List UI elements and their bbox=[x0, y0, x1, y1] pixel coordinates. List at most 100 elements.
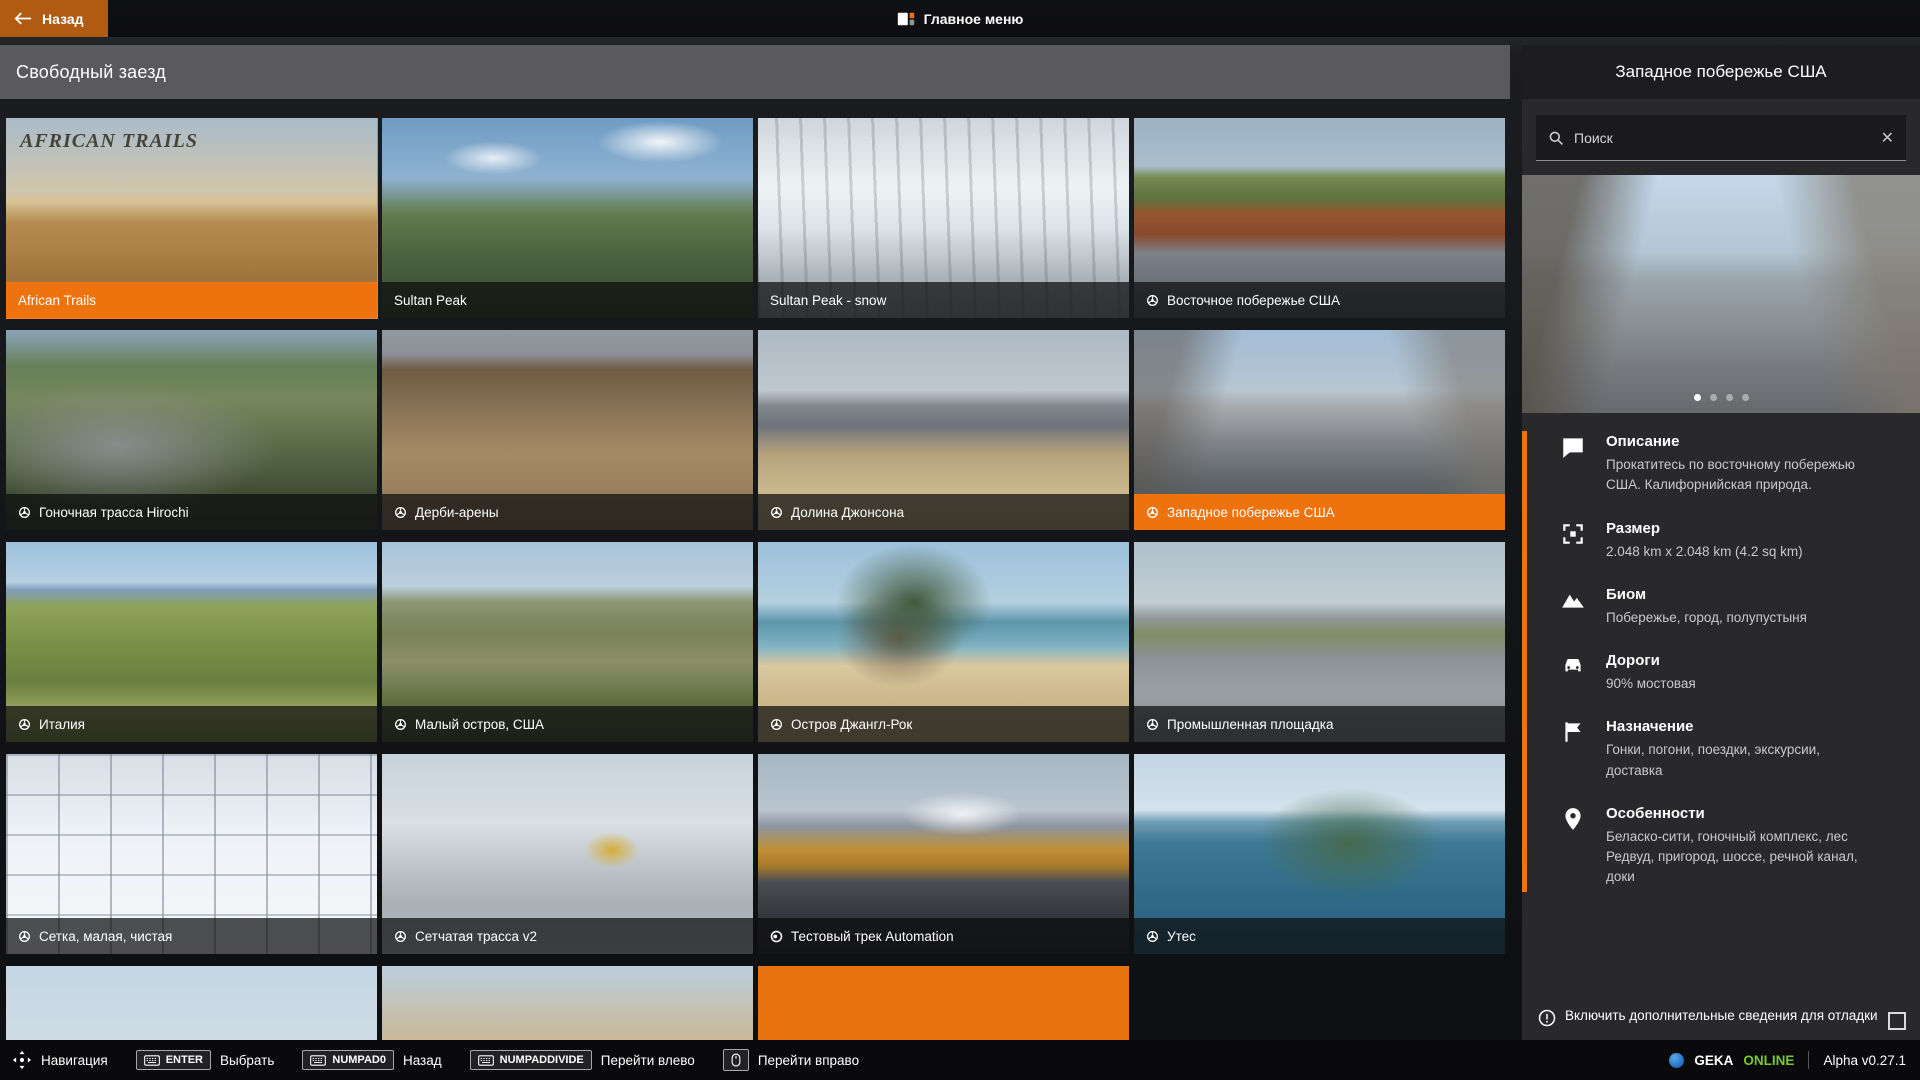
level-label: Дерби-арены bbox=[382, 494, 753, 530]
detail-title: Назначение bbox=[1606, 718, 1872, 735]
preview-dot[interactable] bbox=[1742, 394, 1749, 401]
level-name: Sultan Peak bbox=[394, 293, 467, 308]
level-tile[interactable]: AFRICAN TRAILS African Trails bbox=[6, 118, 377, 318]
page-title: Свободный заезд bbox=[16, 62, 166, 83]
detail-title: Биом bbox=[1606, 586, 1807, 603]
search-input[interactable] bbox=[1574, 130, 1871, 146]
level-tile[interactable]: Италия bbox=[6, 542, 377, 742]
level-name: Сетка, малая, чистая bbox=[39, 929, 172, 944]
divider bbox=[1808, 1051, 1809, 1069]
automation-icon bbox=[770, 930, 783, 943]
chat-icon bbox=[1560, 433, 1586, 496]
online-status-icon bbox=[1669, 1053, 1684, 1068]
level-tile[interactable]: Малый остров, США bbox=[382, 542, 753, 742]
account-name: GEKA bbox=[1694, 1053, 1733, 1068]
level-label: Западное побережье США bbox=[1134, 494, 1505, 530]
key-name: ENTER bbox=[166, 1054, 203, 1066]
keyboard-icon bbox=[478, 1055, 494, 1066]
spawn-icon bbox=[18, 506, 31, 519]
top-bar: Назад Главное меню bbox=[0, 0, 1920, 37]
level-name: Гоночная трасса Hirochi bbox=[39, 505, 189, 520]
preview-dot[interactable] bbox=[1710, 394, 1717, 401]
hint-label: Перейти вправо bbox=[758, 1053, 859, 1068]
spawn-icon bbox=[394, 506, 407, 519]
hint-label: Навигация bbox=[41, 1053, 108, 1068]
preview-dot[interactable] bbox=[1694, 394, 1701, 401]
spawn-icon bbox=[1146, 930, 1159, 943]
detail-text: Побережье, город, полупустыня bbox=[1606, 608, 1807, 628]
level-label: Тестовый трек Automation bbox=[758, 918, 1129, 954]
detail-text: 2.048 km x 2.048 km (4.2 sq km) bbox=[1606, 542, 1803, 562]
level-tile[interactable] bbox=[382, 966, 753, 1040]
mouse-icon bbox=[731, 1053, 741, 1067]
level-tile[interactable] bbox=[758, 966, 1129, 1040]
spawn-icon bbox=[770, 506, 783, 519]
online-status: ONLINE bbox=[1743, 1053, 1794, 1068]
detail-title: Размер bbox=[1606, 520, 1803, 537]
level-tile[interactable]: Дерби-арены bbox=[382, 330, 753, 530]
level-label: Долина Джонсона bbox=[758, 494, 1129, 530]
roads-icon bbox=[1560, 652, 1586, 694]
keyboard-icon bbox=[310, 1055, 326, 1066]
version-label: Alpha v0.27.1 bbox=[1823, 1053, 1906, 1068]
spawn-icon bbox=[394, 718, 407, 731]
level-tile[interactable]: Промышленная площадка bbox=[1134, 542, 1505, 742]
level-tile[interactable]: Западное побережье США bbox=[1134, 330, 1505, 530]
panel-header: Западное побережье США bbox=[1522, 45, 1920, 99]
level-tile[interactable]: Долина Джонсона bbox=[758, 330, 1129, 530]
preview-pagination bbox=[1522, 394, 1920, 401]
level-thumbnail bbox=[382, 966, 753, 1040]
input-hint: ENTER Выбрать bbox=[136, 1050, 275, 1070]
preview-dot[interactable] bbox=[1726, 394, 1733, 401]
back-arrow-icon bbox=[14, 12, 32, 25]
key-badge: NUMPAD0 bbox=[302, 1050, 394, 1070]
level-label: Италия bbox=[6, 706, 377, 742]
key-name: NUMPAD0 bbox=[332, 1054, 386, 1066]
detail-item: Биом Побережье, город, полупустыня bbox=[1560, 586, 1872, 628]
page-header: Свободный заезд bbox=[0, 45, 1510, 99]
level-tile[interactable]: Остров Джангл-Рок bbox=[758, 542, 1129, 742]
input-hint: Перейти вправо bbox=[723, 1049, 859, 1071]
level-label: Остров Джангл-Рок bbox=[758, 706, 1129, 742]
level-label: Гоночная трасса Hirochi bbox=[6, 494, 377, 530]
key-name: NUMPADDIVIDE bbox=[500, 1054, 584, 1066]
spawn-icon bbox=[1146, 294, 1159, 307]
flag-icon bbox=[1560, 718, 1586, 781]
search-clear-icon[interactable]: ✕ bbox=[1881, 128, 1894, 148]
detail-item: Назначение Гонки, погони, поездки, экскур… bbox=[1560, 718, 1872, 781]
account-area: GEKA ONLINE Alpha v0.27.1 bbox=[1669, 1051, 1906, 1069]
level-label: Утес bbox=[1134, 918, 1505, 954]
detail-text: Беласко-сити, гоночный комплекс, лес Ред… bbox=[1606, 827, 1872, 888]
level-tile[interactable]: Sultan Peak - snow bbox=[758, 118, 1129, 318]
details-panel: Западное побережье США ✕ Описание Прокати… bbox=[1522, 45, 1920, 1040]
level-tile[interactable]: Восточное побережье США bbox=[1134, 118, 1505, 318]
level-tile[interactable]: Тестовый трек Automation bbox=[758, 754, 1129, 954]
level-tile[interactable]: Гоночная трасса Hirochi bbox=[6, 330, 377, 530]
detail-text: Гонки, погони, поездки, экскурсии, доста… bbox=[1606, 740, 1872, 781]
level-name: Долина Джонсона bbox=[791, 505, 904, 520]
spawn-icon bbox=[1146, 506, 1159, 519]
detail-title: Описание bbox=[1606, 433, 1872, 450]
debug-checkbox[interactable] bbox=[1888, 1012, 1906, 1030]
back-button[interactable]: Назад bbox=[0, 0, 108, 37]
level-tile[interactable]: Утес bbox=[1134, 754, 1505, 954]
level-tile[interactable] bbox=[6, 966, 377, 1040]
thumbnail-art-text: AFRICAN TRAILS bbox=[20, 130, 198, 153]
level-tile[interactable]: Sultan Peak bbox=[382, 118, 753, 318]
spawn-icon bbox=[18, 930, 31, 943]
level-label: African Trails bbox=[6, 282, 377, 318]
detail-text: Прокатитесь по восточному побережью США.… bbox=[1606, 455, 1872, 496]
size-icon bbox=[1560, 520, 1586, 562]
level-tile[interactable]: Сетка, малая, чистая bbox=[6, 754, 377, 954]
level-name: African Trails bbox=[18, 293, 96, 308]
nav-icon bbox=[12, 1050, 32, 1070]
level-name: Италия bbox=[39, 717, 85, 732]
level-name: Остров Джангл-Рок bbox=[791, 717, 912, 732]
level-tile[interactable]: Сетчатая трасса v2 bbox=[382, 754, 753, 954]
level-label: Восточное побережье США bbox=[1134, 282, 1505, 318]
level-name: Sultan Peak - snow bbox=[770, 293, 886, 308]
level-label: Промышленная площадка bbox=[1134, 706, 1505, 742]
search-icon bbox=[1548, 130, 1564, 146]
hint-label: Выбрать bbox=[220, 1053, 274, 1068]
detail-title: Дороги bbox=[1606, 652, 1696, 669]
